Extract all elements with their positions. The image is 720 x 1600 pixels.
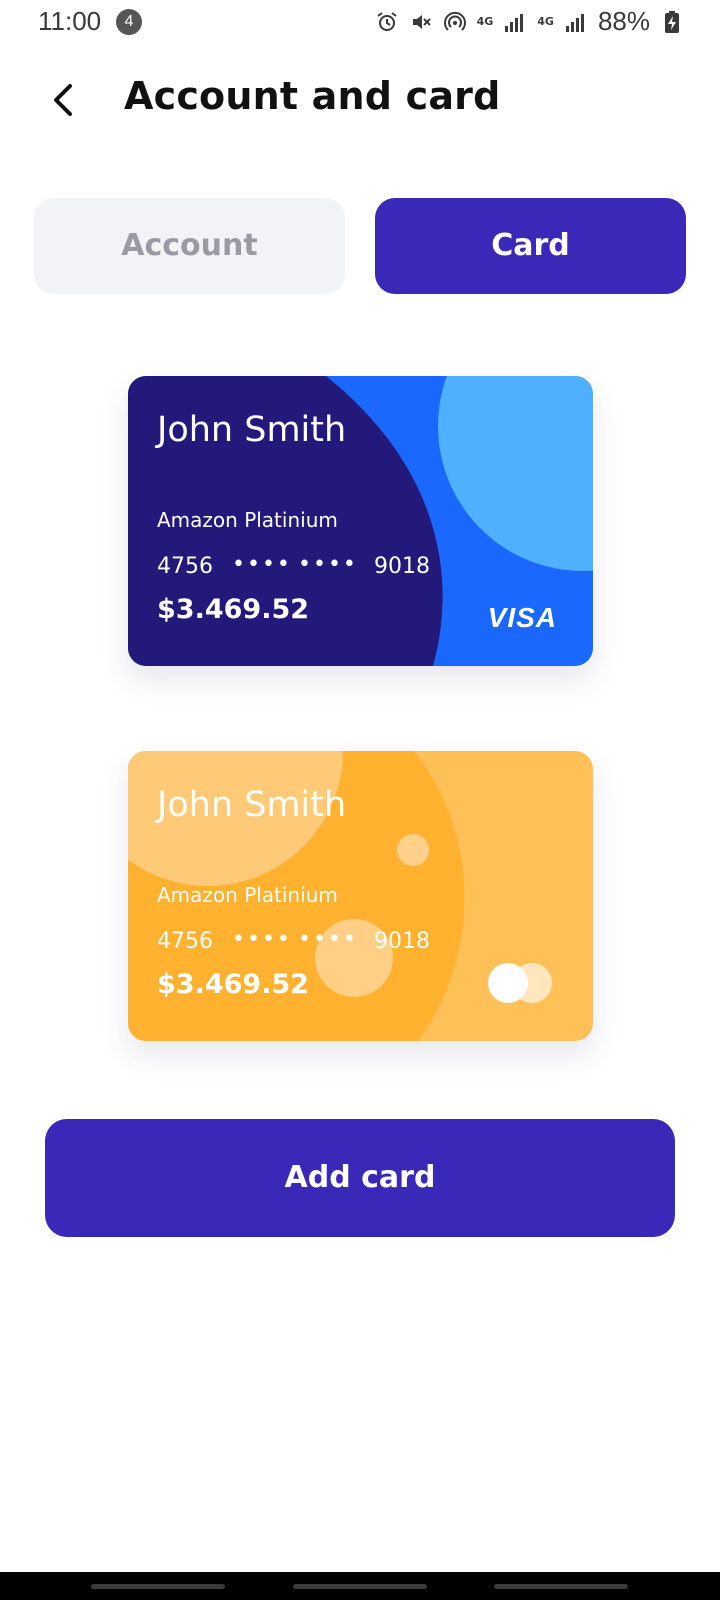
- credit-card-visa[interactable]: John Smith Amazon Platinium 4756 •••• ••…: [128, 376, 593, 666]
- card-number-first: 4756: [157, 554, 213, 579]
- card-number-last: 9018: [374, 929, 430, 954]
- visa-logo: VISA: [487, 602, 557, 633]
- mastercard-icon: [488, 963, 552, 1003]
- tab-card[interactable]: Card: [375, 198, 686, 294]
- credit-card-mastercard[interactable]: John Smith Amazon Platinium 4756 •••• ••…: [128, 751, 593, 1041]
- card-number-last: 9018: [374, 554, 430, 579]
- card-balance: $3.469.52: [157, 594, 310, 625]
- card-number-masked: ••••: [232, 552, 292, 577]
- card-number-masked: ••••: [298, 552, 358, 577]
- mute-icon: [412, 14, 431, 29]
- tab-switcher: Account Card: [34, 198, 686, 294]
- status-time: 11:00: [38, 6, 102, 36]
- nav-home-button[interactable]: [293, 1584, 427, 1589]
- alarm-icon: [376, 11, 397, 31]
- chevron-left-icon: [54, 84, 72, 116]
- signal-icon: [565, 13, 584, 32]
- signal-icon: [505, 13, 524, 32]
- battery-charging-icon: [665, 10, 679, 33]
- add-card-button[interactable]: Add card: [45, 1119, 675, 1237]
- card-number-first: 4756: [157, 929, 213, 954]
- card-balance: $3.469.52: [157, 969, 310, 1000]
- status-bar: 11:00 4 4G 4G 88%: [0, 0, 720, 44]
- network-type-2: 4G: [537, 15, 554, 28]
- system-navigation-bar: [0, 1572, 720, 1600]
- card-holder-name: John Smith: [157, 410, 347, 450]
- tab-account[interactable]: Account: [34, 198, 345, 294]
- back-button[interactable]: [42, 78, 86, 122]
- battery-percent: 88%: [597, 6, 650, 36]
- card-holder-name: John Smith: [157, 785, 347, 825]
- status-icons: 4G 4G 88%: [375, 6, 684, 37]
- network-type-1: 4G: [476, 15, 494, 28]
- notification-count-badge: 4: [116, 9, 142, 35]
- card-type: Amazon Platinium: [157, 883, 338, 907]
- hotspot-icon: [443, 11, 466, 31]
- card-number-masked: ••••: [232, 927, 292, 952]
- nav-back-button[interactable]: [494, 1584, 628, 1589]
- nav-recents-button[interactable]: [91, 1584, 225, 1589]
- page-title: Account and card: [124, 74, 501, 118]
- card-number-masked: ••••: [298, 927, 358, 952]
- page-header: Account and card: [0, 70, 720, 130]
- card-type: Amazon Platinium: [157, 508, 338, 532]
